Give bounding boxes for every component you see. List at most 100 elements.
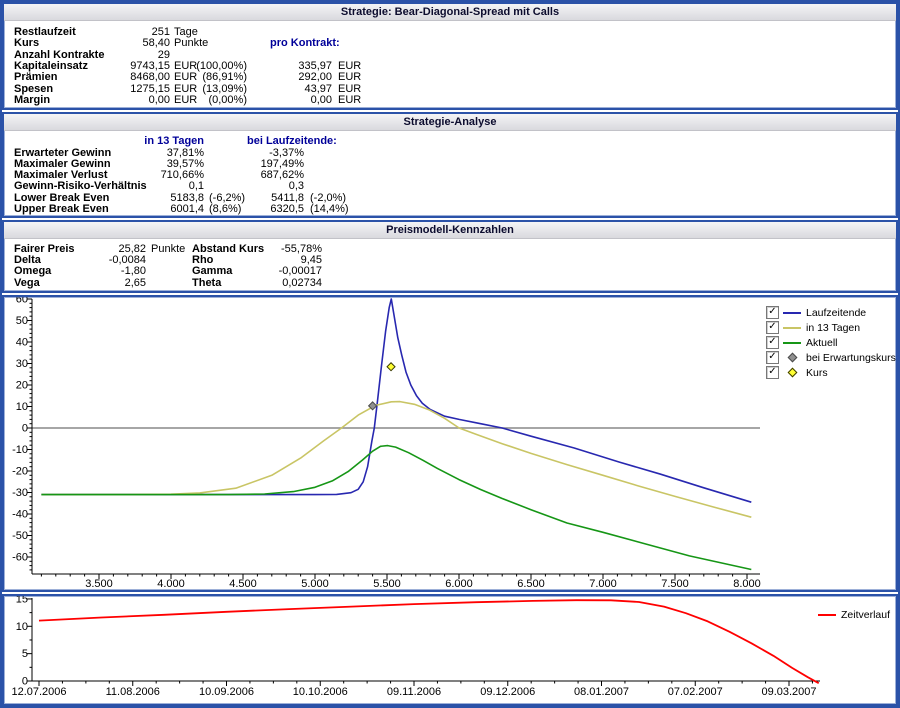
- row-value-laufzeitende: 0,3: [222, 181, 304, 192]
- legend-label: Zeitverlauf: [841, 609, 890, 621]
- legend-checkbox-kurs[interactable]: ✓: [766, 366, 779, 379]
- legend-label: in 13 Tagen: [806, 322, 860, 334]
- legend-label: Laufzeitende: [806, 307, 866, 319]
- x-axis-tick-label: 6.000: [445, 578, 473, 590]
- row-percent: (86,91%): [182, 72, 247, 83]
- x-axis-tick-label: 4.500: [229, 578, 257, 590]
- y-axis-tick-label: -50: [12, 530, 28, 542]
- series-in-13-tagen: [41, 402, 751, 518]
- time-chart-canvas: 05101512.07.200611.08.200610.09.200610.1…: [4, 596, 896, 704]
- x-axis-tick-label: 12.07.2006: [11, 686, 66, 698]
- table-row: Restlaufzeit251Tage: [4, 27, 896, 38]
- y-axis-tick-label: -30: [12, 487, 28, 499]
- strategy-window: Strategie: Bear-Diagonal-Spread mit Call…: [0, 0, 900, 708]
- x-axis-tick-label: 10.10.2006: [293, 686, 348, 698]
- y-axis-tick-label: -60: [12, 552, 28, 564]
- x-axis-tick-label: 4.000: [157, 578, 185, 590]
- x-axis-tick-label: 6.500: [517, 578, 545, 590]
- table-row: Vega2,65Theta0,02734: [4, 278, 896, 289]
- table-row: Erwarteter Gewinn37,81%-3,37%: [4, 148, 896, 159]
- legend-checkbox-in-13-tagen[interactable]: ✓: [766, 321, 779, 334]
- row-label: Margin: [14, 95, 50, 106]
- column-header-bei-laufzeitende: bei Laufzeitende:: [247, 136, 337, 147]
- y-axis-tick-label: 15: [16, 596, 28, 605]
- legend-checkbox-bei-erwartungskurs[interactable]: ✓: [766, 351, 779, 364]
- panel-time-chart: 05101512.07.200611.08.200610.09.200610.1…: [2, 594, 898, 706]
- payoff-chart-legend: ✓ Laufzeitende ✓ in 13 Tagen ✓ Aktuell ✓ bei Er…: [766, 305, 894, 380]
- y-axis-tick-label: 20: [16, 380, 28, 392]
- panel-strategie-analyse: Strategie-Analyse in 13 Tagen bei Laufze…: [2, 112, 898, 218]
- row-per-contract-unit: EUR: [338, 95, 361, 106]
- y-axis-tick-label: 10: [16, 401, 28, 413]
- row-per-contract-unit: EUR: [338, 72, 361, 83]
- row-value: -1,80: [68, 266, 146, 277]
- row-label: Vega: [14, 278, 40, 289]
- x-axis-tick-label: 7.000: [589, 578, 617, 590]
- row-label-2: Theta: [192, 278, 221, 289]
- legend-checkbox-aktuell[interactable]: ✓: [766, 336, 779, 349]
- chart-marker: [387, 363, 395, 371]
- x-axis-tick-label: 7.500: [661, 578, 689, 590]
- y-axis-tick-label: 30: [16, 358, 28, 370]
- panel-preismodell: Preismodell-Kennzahlen Fairer Preis25,82…: [2, 220, 898, 293]
- row-value: 2,65: [68, 278, 146, 289]
- column-header-in-13-tagen: in 13 Tagen: [122, 136, 204, 147]
- panel-analyse-title: Strategie-Analyse: [4, 114, 896, 131]
- y-axis-tick-label: 60: [16, 297, 28, 306]
- legend-label: Aktuell: [806, 337, 838, 349]
- row-label: Upper Break Even: [14, 204, 109, 215]
- row-percent: (0,00%): [182, 95, 247, 106]
- row-value-laufzeitende: 6320,5: [222, 204, 304, 215]
- legend-item-aktuell: ✓ Aktuell: [766, 335, 894, 350]
- y-axis-tick-label: 50: [16, 315, 28, 327]
- row-per-contract-value: 292,00: [257, 72, 332, 83]
- y-axis-tick-label: -20: [12, 466, 28, 478]
- legend-line-swatch: [783, 327, 801, 329]
- x-axis-tick-label: 09.12.2006: [480, 686, 535, 698]
- x-axis-tick-label: 3.500: [85, 578, 113, 590]
- x-axis-tick-label: 10.09.2006: [199, 686, 254, 698]
- panel-preismodell-body: Fairer Preis25,82PunkteAbstand Kurs-55,7…: [4, 239, 896, 292]
- panel-analyse-body: in 13 Tagen bei Laufzeitende: Erwarteter…: [4, 131, 896, 217]
- legend-item-bei-erwartungskurs: ✓ bei Erwartungskurs: [766, 350, 894, 365]
- row-value: 8468,00: [92, 72, 170, 83]
- panel-payoff-chart: -60-50-40-30-20-1001020304050603.5004.00…: [2, 295, 898, 592]
- y-axis-tick-label: 40: [16, 337, 28, 349]
- x-axis-tick-label: 09.03.2007: [761, 686, 816, 698]
- legend-checkbox-laufzeitende[interactable]: ✓: [766, 306, 779, 319]
- row-label: Prämien: [14, 72, 57, 83]
- y-axis-tick-label: 10: [16, 621, 28, 633]
- legend-diamond-swatch: [787, 353, 797, 363]
- legend-line-swatch: [783, 312, 801, 314]
- legend-label: bei Erwartungskurs: [806, 352, 896, 364]
- row-value-13-tage: 6001,4: [122, 204, 204, 215]
- row-value: 58,40: [92, 38, 170, 49]
- legend-item-zeitverlauf: Zeitverlauf: [818, 607, 896, 622]
- row-percent-laufzeitende: (14,4%): [310, 204, 349, 215]
- table-row: Prämien8468,00EUR(86,91%)292,00EUR: [4, 72, 896, 83]
- legend-item-in-13-tagen: ✓ in 13 Tagen: [766, 320, 894, 335]
- legend-line-swatch: [783, 342, 801, 344]
- table-row: Kurs 58,40 Punkte: [4, 38, 896, 49]
- legend-diamond-swatch: [787, 368, 797, 378]
- table-row: Lower Break Even5183,8(-6,2%)5411,8(-2,0…: [4, 193, 896, 204]
- row-unit: Punkte: [174, 38, 208, 49]
- legend-item-laufzeitende: ✓ Laufzeitende: [766, 305, 894, 320]
- row-value: 0,00: [92, 95, 170, 106]
- x-axis-tick-label: 8.000: [733, 578, 761, 590]
- x-axis-tick-label: 11.08.2006: [106, 686, 160, 698]
- legend-label: Kurs: [806, 367, 828, 379]
- x-axis-tick-label: 07.02.2007: [668, 686, 723, 698]
- row-label: Omega: [14, 266, 51, 277]
- row-label: Kurs: [14, 38, 39, 49]
- panel-strategie: Strategie: Bear-Diagonal-Spread mit Call…: [2, 2, 898, 110]
- payoff-chart-canvas: -60-50-40-30-20-1001020304050603.5004.00…: [4, 297, 896, 590]
- table-row: Gewinn-Risiko-Verhältnis0,10,3: [4, 181, 896, 192]
- series-zeitverlauf: [39, 600, 819, 683]
- panel-strategie-body: pro Kontrakt: Restlaufzeit251TageKurs58,…: [4, 21, 896, 109]
- row-value-13-tage: 0,1: [122, 181, 204, 192]
- row-value-2: -0,00017: [232, 266, 322, 277]
- legend-line-swatch: [818, 614, 836, 616]
- y-axis-tick-label: 0: [22, 423, 28, 435]
- x-axis-tick-label: 5.500: [373, 578, 401, 590]
